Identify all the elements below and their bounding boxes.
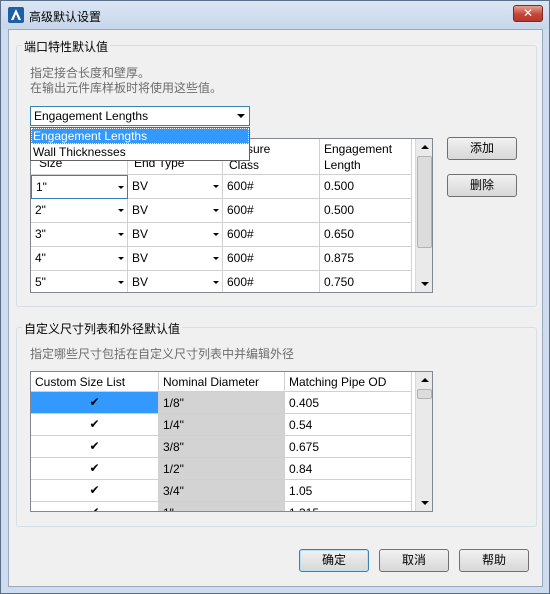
checkbox-checked-icon[interactable]: ✔ <box>89 440 101 452</box>
scroll-down-icon[interactable] <box>416 495 432 511</box>
port-property-combo[interactable]: Engagement Lengths <box>30 106 250 126</box>
table-row-checkbox-cell[interactable]: ✔ <box>31 414 159 436</box>
table-row-od-cell[interactable]: 0.675 <box>285 436 412 458</box>
table-row-checkbox-cell[interactable]: ✔ <box>31 480 159 502</box>
add-button[interactable]: 添加 <box>447 137 517 160</box>
table-row-nominal-cell: 1" <box>159 502 285 511</box>
delete-button[interactable]: 删除 <box>447 174 517 197</box>
port-defaults-hint-1: 指定接合长度和壁厚。 <box>30 66 151 80</box>
chevron-down-icon[interactable] <box>118 209 124 212</box>
cancel-button[interactable]: 取消 <box>379 549 449 572</box>
chevron-down-icon[interactable] <box>213 257 219 260</box>
custom-sizes-group-label: 自定义尺寸列表和外径默认值 <box>22 320 183 337</box>
chevron-down-icon[interactable] <box>213 281 219 284</box>
table-row-checkbox-cell[interactable]: ✔ <box>31 392 159 414</box>
table-row-pressure-cell[interactable]: 600# <box>223 271 320 292</box>
table-row-size-cell[interactable]: 2" <box>31 199 128 223</box>
chevron-down-icon[interactable] <box>213 185 219 188</box>
table-row-od-cell[interactable]: 0.405 <box>285 392 412 414</box>
scroll-thumb[interactable] <box>417 389 432 399</box>
chevron-down-icon[interactable] <box>118 281 124 284</box>
engagement-grid-scrollbar[interactable] <box>415 139 432 292</box>
table-row-endtype-cell[interactable]: BV <box>128 247 223 271</box>
table-row-pressure-cell[interactable]: 600# <box>223 175 320 199</box>
scroll-up-icon[interactable] <box>416 139 432 155</box>
checkbox-checked-icon[interactable]: ✔ <box>89 506 101 511</box>
table-row-od-cell[interactable]: 0.84 <box>285 458 412 480</box>
engagement-grid[interactable]: Size End Type ssure Class Engagement Lengt… <box>30 138 433 293</box>
table-row-length-cell[interactable]: 0.500 <box>320 175 412 199</box>
table-row-size-cell[interactable]: 1" <box>31 175 128 199</box>
title-bar[interactable]: 高级默认设置 ✕ <box>1 1 549 29</box>
port-defaults-group-label: 端口特性默认值 <box>22 38 111 55</box>
chevron-down-icon[interactable] <box>213 233 219 236</box>
custom-size-grid-scrollbar[interactable] <box>415 372 432 511</box>
table-row-size-cell[interactable]: 4" <box>31 247 128 271</box>
scroll-down-icon[interactable] <box>416 276 432 292</box>
custom-sizes-hint: 指定哪些尺寸包括在自定义尺寸列表中并编辑外径 <box>30 347 295 361</box>
table-row-endtype-cell[interactable]: BV <box>128 199 223 223</box>
table-row-pressure-cell[interactable]: 600# <box>223 199 320 223</box>
table-row-length-cell[interactable]: 0.500 <box>320 199 412 223</box>
chevron-down-icon[interactable] <box>118 186 124 189</box>
table-row-size-cell[interactable]: 3" <box>31 223 128 247</box>
checkbox-checked-icon[interactable]: ✔ <box>89 418 101 430</box>
checkbox-checked-icon[interactable]: ✔ <box>89 396 101 408</box>
table-row-pressure-cell[interactable]: 600# <box>223 247 320 271</box>
table-row-length-cell[interactable]: 0.875 <box>320 247 412 271</box>
checkbox-checked-icon[interactable]: ✔ <box>89 462 101 474</box>
dropdown-option-wall-thicknesses[interactable]: Wall Thicknesses <box>31 144 249 160</box>
close-button[interactable]: ✕ <box>513 5 543 22</box>
table-row-od-cell[interactable]: 0.54 <box>285 414 412 436</box>
app-logo-icon <box>8 7 24 23</box>
column-header-matching-pipe-od[interactable]: Matching Pipe OD <box>285 372 412 392</box>
table-row-od-cell[interactable]: 1.315 <box>285 502 412 511</box>
ok-button[interactable]: 确定 <box>299 549 369 572</box>
table-row-size-cell[interactable]: 5" <box>31 271 128 292</box>
dropdown-option-engagement-lengths[interactable]: Engagement Lengths <box>31 128 249 144</box>
table-row-nominal-cell: 1/2" <box>159 458 285 480</box>
table-row-endtype-cell[interactable]: BV <box>128 271 223 292</box>
dialog-window: 高级默认设置 ✕ 端口特性默认值 指定接合长度和壁厚。 在输出元件库样板时将使用… <box>0 0 550 594</box>
table-row-endtype-cell[interactable]: BV <box>128 175 223 199</box>
table-row-nominal-cell: 3/8" <box>159 436 285 458</box>
port-property-dropdown[interactable]: Engagement Lengths Wall Thicknesses <box>30 127 250 161</box>
close-icon: ✕ <box>522 6 534 20</box>
column-header-nominal-diameter[interactable]: Nominal Diameter <box>159 372 285 392</box>
dialog-client: 端口特性默认值 指定接合长度和壁厚。 在输出元件库样板时将使用这些值。 Size… <box>8 29 543 587</box>
table-row-od-cell[interactable]: 1.05 <box>285 480 412 502</box>
table-row-nominal-cell: 3/4" <box>159 480 285 502</box>
table-row-checkbox-cell[interactable]: ✔ <box>31 436 159 458</box>
table-row-pressure-cell[interactable]: 600# <box>223 223 320 247</box>
column-header-engagement-length[interactable]: Engagement Length <box>320 139 412 175</box>
checkbox-checked-icon[interactable]: ✔ <box>89 484 101 496</box>
table-row-nominal-cell: 1/8" <box>159 392 285 414</box>
chevron-down-icon[interactable] <box>237 114 245 118</box>
chevron-down-icon[interactable] <box>118 233 124 236</box>
column-header-custom-size-list[interactable]: Custom Size List <box>31 372 159 392</box>
table-row-endtype-cell[interactable]: BV <box>128 223 223 247</box>
help-button[interactable]: 帮助 <box>459 549 529 572</box>
scroll-thumb[interactable] <box>417 156 432 248</box>
table-row-nominal-cell: 1/4" <box>159 414 285 436</box>
port-defaults-hint-2: 在输出元件库样板时将使用这些值。 <box>30 81 223 95</box>
chevron-down-icon[interactable] <box>118 257 124 260</box>
table-row-length-cell[interactable]: 0.750 <box>320 271 412 292</box>
chevron-down-icon[interactable] <box>213 209 219 212</box>
custom-size-grid[interactable]: Custom Size List Nominal Diameter Matchi… <box>30 371 433 512</box>
scroll-up-icon[interactable] <box>416 372 432 388</box>
table-row-length-cell[interactable]: 0.650 <box>320 223 412 247</box>
table-row-checkbox-cell[interactable]: ✔ <box>31 502 159 511</box>
window-title: 高级默认设置 <box>29 10 102 24</box>
table-row-checkbox-cell[interactable]: ✔ <box>31 458 159 480</box>
